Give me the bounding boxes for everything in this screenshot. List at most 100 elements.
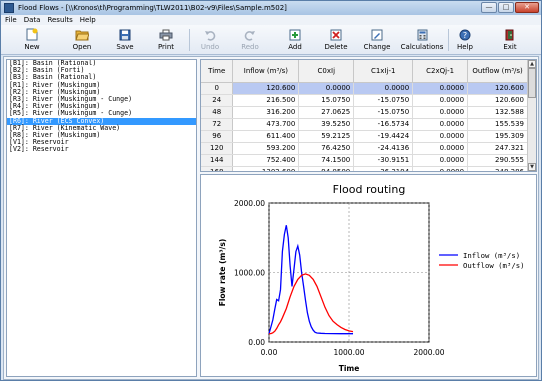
table-cell[interactable]: 0.0000 xyxy=(412,94,469,107)
table-cell[interactable]: 593.200 xyxy=(232,142,300,155)
table-cell[interactable]: 752.400 xyxy=(232,154,300,167)
save-button[interactable]: Save xyxy=(111,26,139,54)
time-cell[interactable]: 96 xyxy=(201,130,234,143)
y-tick-label: 1000.00 xyxy=(234,269,265,278)
column-header-c0[interactable]: C0xIj xyxy=(298,60,355,83)
maximize-button[interactable]: □ xyxy=(498,2,514,13)
table-cell[interactable]: 216.500 xyxy=(232,94,300,107)
new-button[interactable]: New xyxy=(17,26,47,54)
table-row[interactable]: 24 216.500 15.0750 -15.0750 0.0000 120.600 xyxy=(201,94,528,107)
minimize-button[interactable]: — xyxy=(481,2,497,13)
calculations-button[interactable]: Calculations xyxy=(399,26,445,54)
x-tick-label: 2000.00 xyxy=(413,348,444,357)
exit-button[interactable]: Exit xyxy=(498,26,522,54)
open-button[interactable]: Open xyxy=(65,26,99,54)
time-cell[interactable]: 24 xyxy=(201,94,234,107)
menu-results[interactable]: Results xyxy=(47,15,72,25)
table-cell[interactable]: -16.5734 xyxy=(353,118,414,131)
table-cell[interactable]: 155.539 xyxy=(467,118,528,131)
table-cell[interactable]: 0.0000 xyxy=(298,82,355,95)
time-cell[interactable]: 168 xyxy=(201,166,234,171)
table-cell[interactable]: -15.0750 xyxy=(353,106,414,119)
print-button[interactable]: Print xyxy=(152,26,180,54)
table-cell[interactable]: -19.4424 xyxy=(353,130,414,143)
column-header-c2[interactable]: C2xQj-1 xyxy=(412,60,469,83)
scroll-thumb[interactable] xyxy=(528,68,536,98)
table-cell[interactable]: 120.600 xyxy=(467,82,528,95)
menu-data[interactable]: Data xyxy=(24,15,41,25)
x-tick-label: 0.00 xyxy=(261,348,278,357)
table-cell[interactable]: 0.0000 xyxy=(412,82,469,95)
table-cell[interactable]: 59.2125 xyxy=(298,130,355,143)
table-cell[interactable]: 76.4250 xyxy=(298,142,355,155)
table-cell[interactable]: 39.5250 xyxy=(298,118,355,131)
table-cell[interactable]: 247.321 xyxy=(467,142,528,155)
table-cell[interactable]: 348.286 xyxy=(467,166,528,171)
delete-button[interactable]: Delete xyxy=(322,26,350,54)
table-cell[interactable]: 611.400 xyxy=(232,130,300,143)
table-cell[interactable]: 94.0500 xyxy=(298,166,355,171)
y-tick-label: 2000.00 xyxy=(234,199,265,208)
table-cell[interactable]: -15.0750 xyxy=(353,94,414,107)
table-cell[interactable]: 120.600 xyxy=(232,82,300,95)
table-cell[interactable]: 0.0000 xyxy=(412,106,469,119)
table-row[interactable]: 96 611.400 59.2125 -19.4424 0.0000 195.309 xyxy=(201,130,528,143)
column-header-outflow[interactable]: Outflow (m³/s) xyxy=(467,60,528,83)
time-cell[interactable]: 72 xyxy=(201,118,234,131)
table-cell[interactable]: 0.0000 xyxy=(353,82,414,95)
table-row[interactable]: 72 473.700 39.5250 -16.5734 0.0000 155.539 xyxy=(201,118,528,131)
add-element-icon xyxy=(288,28,302,41)
results-table[interactable]: Time Inflow (m³/s) C0xIj C1xIj-1 C2xQj-1… xyxy=(200,59,537,172)
table-scrollbar[interactable]: ▲ ▼ xyxy=(527,60,536,171)
close-button[interactable]: ✕ xyxy=(515,2,539,13)
time-cell[interactable]: 144 xyxy=(201,154,234,167)
table-cell[interactable]: 195.309 xyxy=(467,130,528,143)
exit-door-icon xyxy=(503,28,517,41)
add-button[interactable]: Add xyxy=(282,26,308,54)
table-cell[interactable]: 132.588 xyxy=(467,106,528,119)
tree-item[interactable]: [V2]: Reservoir xyxy=(7,146,196,153)
element-tree[interactable]: [B1]: Basin (Rational) [B2]: Basin (Forti… xyxy=(6,59,197,377)
scroll-up-arrow[interactable]: ▲ xyxy=(528,60,536,68)
table-row[interactable]: 0 120.600 0.0000 0.0000 0.0000 120.600 xyxy=(201,82,528,95)
table-cell[interactable]: 316.200 xyxy=(232,106,300,119)
table-cell[interactable]: -36.3194 xyxy=(353,166,414,171)
table-cell[interactable]: 0.0000 xyxy=(412,130,469,143)
menu-file[interactable]: File xyxy=(5,15,17,25)
title-bar[interactable]: Flood Flows - [\\Kronos\tl\Programming\T… xyxy=(1,1,541,15)
time-cell[interactable]: 0 xyxy=(201,82,234,95)
table-cell[interactable]: 15.0750 xyxy=(298,94,355,107)
table-cell[interactable]: 473.700 xyxy=(232,118,300,131)
table-cell[interactable]: 74.1500 xyxy=(298,154,355,167)
help-button[interactable]: ? Help xyxy=(453,26,477,54)
change-button[interactable]: Change xyxy=(361,26,393,54)
table-row[interactable]: 144 752.400 74.1500 -30.9151 0.0000 290.555 xyxy=(201,154,528,167)
table-row[interactable]: 120 593.200 76.4250 -24.4136 0.0000 247.321 xyxy=(201,142,528,155)
table-cell[interactable]: 0.0000 xyxy=(412,154,469,167)
menu-help[interactable]: Help xyxy=(80,15,96,25)
table-row[interactable]: 48 316.200 27.0625 -15.0750 0.0000 132.588 xyxy=(201,106,528,119)
svg-text:?: ? xyxy=(463,31,467,40)
chart-title: Flood routing xyxy=(333,183,406,196)
table-cell[interactable]: 120.600 xyxy=(467,94,528,107)
table-cell[interactable]: -24.4136 xyxy=(353,142,414,155)
redo-button[interactable]: Redo xyxy=(237,26,263,54)
scroll-down-arrow[interactable]: ▼ xyxy=(528,163,536,171)
column-header-inflow[interactable]: Inflow (m³/s) xyxy=(232,60,300,83)
time-cell[interactable]: 120 xyxy=(201,142,234,155)
table-cell[interactable]: -30.9151 xyxy=(353,154,414,167)
table-cell[interactable]: 1302.600 xyxy=(232,166,300,171)
table-cell[interactable]: 290.555 xyxy=(467,154,528,167)
undo-button[interactable]: Undo xyxy=(197,26,223,54)
time-cell[interactable]: 48 xyxy=(201,106,234,119)
table-cell[interactable]: 0.0000 xyxy=(412,118,469,131)
table-cell[interactable]: 27.0625 xyxy=(298,106,355,119)
delete-element-icon xyxy=(329,28,343,41)
table-cell[interactable]: 0.0000 xyxy=(412,142,469,155)
help-icon: ? xyxy=(458,28,472,41)
column-header-c1[interactable]: C1xIj-1 xyxy=(353,60,414,83)
column-header-time[interactable]: Time xyxy=(201,60,234,83)
x-tick-label: 1000.00 xyxy=(333,348,364,357)
table-cell[interactable]: 0.0000 xyxy=(412,166,469,171)
table-row[interactable]: 168 1302.600 94.0500 -36.3194 0.0000 348.286 xyxy=(201,166,528,171)
